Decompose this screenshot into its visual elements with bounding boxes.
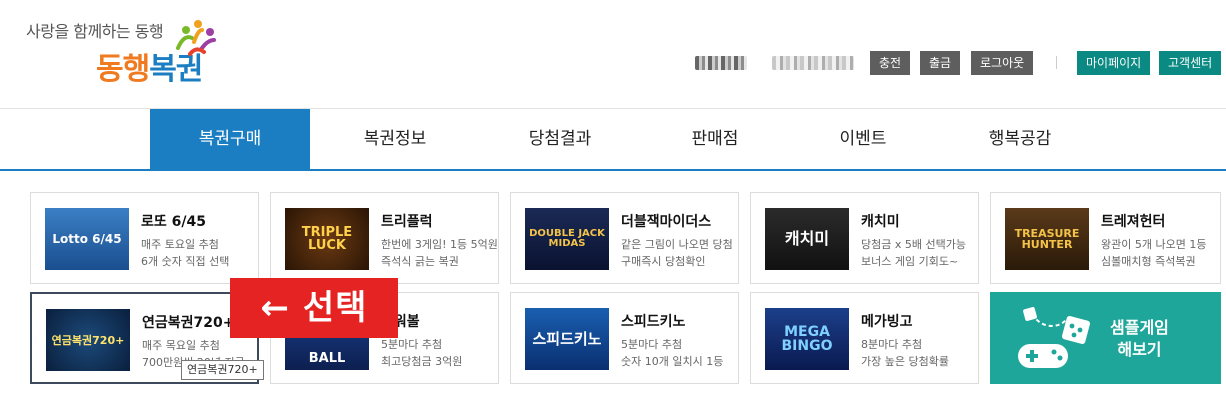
mypage-button[interactable]: 마이페이지 xyxy=(1077,51,1151,75)
game-title: 트리플럭 xyxy=(381,214,433,230)
game-card-lotto[interactable]: Lotto 6/45 로또 6/45 매주 토요일 추첨 6개 숫자 직접 선택 xyxy=(30,192,259,284)
game-card-speed-keno[interactable]: 스피드키노 스피드키노 5분마다 추첨 숫자 10개 일치시 1등 xyxy=(510,292,739,384)
logo-text-orange: 동행 xyxy=(96,52,150,87)
game-card-double-jack-midas[interactable]: DOUBLE JACK MIDAS 더블잭마이더스 같은 그림이 나오면 당첨 구… xyxy=(510,192,739,284)
main-nav: 복권구매 복권정보 당첨결과 판매점 이벤트 행복공감 xyxy=(0,108,1226,171)
nav-item-stores[interactable]: 판매점 xyxy=(635,109,795,170)
logo-people-icon xyxy=(176,20,216,56)
game-desc: 매주 토요일 추첨 6개 숫자 직접 선택 xyxy=(141,238,230,268)
game-title: 트레져헌터 xyxy=(1101,214,1166,230)
speed-keno-thumbnail: 스피드키노 xyxy=(525,308,609,370)
gamepad-dice-icon xyxy=(1018,307,1091,368)
game-card-triple-luck[interactable]: TRIPLE LUCK 트리플럭 한번에 3게임! 1등 5억원 즉석식 긁는 복… xyxy=(270,192,499,284)
game-desc: 한번에 3게임! 1등 5억원 즉석식 긁는 복권 xyxy=(381,238,498,268)
nav-item-info[interactable]: 복권정보 xyxy=(315,109,475,170)
nav-item-events[interactable]: 이벤트 xyxy=(783,109,943,170)
game-title: 스피드키노 xyxy=(621,314,686,330)
game-desc: 5분마다 추첨 숫자 10개 일치시 1등 xyxy=(621,338,724,368)
site-tagline: 사랑을 함께하는 동행 xyxy=(26,22,164,41)
user-name-blurred xyxy=(695,56,747,70)
nav-item-community[interactable]: 행복공감 xyxy=(940,109,1100,170)
game-desc: 8분마다 추첨 가장 높은 당첨확률 xyxy=(861,338,949,368)
sample-game-button[interactable]: 샘플게임 해보기 xyxy=(990,292,1221,384)
game-desc: 5분마다 추첨 최고당첨금 3억원 xyxy=(381,338,463,368)
charge-button[interactable]: 충전 xyxy=(870,51,911,75)
hover-tooltip: 연금복권720+ xyxy=(181,360,264,380)
game-title: 더블잭마이더스 xyxy=(621,214,712,230)
nav-item-results[interactable]: 당첨결과 xyxy=(480,109,640,170)
game-desc: 왕관이 5개 나오면 1등 심볼매치형 즉석복권 xyxy=(1101,238,1207,268)
game-title: 캐치미 xyxy=(861,214,900,230)
withdraw-button[interactable]: 출금 xyxy=(920,51,961,75)
support-button[interactable]: 고객센터 xyxy=(1159,51,1222,75)
game-card-treasure-hunter[interactable]: TREASURE HUNTER 트레져헌터 왕관이 5개 나오면 1등 심볼매치형… xyxy=(990,192,1221,284)
select-annotation-label: ← 선택 xyxy=(230,278,398,338)
logout-button[interactable]: 로그아웃 xyxy=(971,51,1034,75)
user-balance-blurred xyxy=(772,56,854,70)
triple-luck-thumbnail: TRIPLE LUCK xyxy=(285,208,369,270)
game-card-catch-me[interactable]: 캐치미 캐치미 당첨금 x 5배 선택가능 보너스 게임 기회도~ xyxy=(750,192,979,284)
game-title: 연금복권720+ xyxy=(142,315,235,331)
header-divider xyxy=(1056,56,1057,69)
midas-thumbnail: DOUBLE JACK MIDAS xyxy=(525,208,609,270)
game-desc: 같은 그림이 나오면 당첨 구매즉시 당첨확인 xyxy=(621,238,733,268)
lotto-thumbnail: Lotto 6/45 xyxy=(45,208,129,270)
catch-me-thumbnail: 캐치미 xyxy=(765,208,849,270)
site-header: 사랑을 함께하는 동행 동행복권 충전 출금 로그아웃 마이페이지 고객센터 xyxy=(0,0,1226,108)
game-title: 로또 6/45 xyxy=(141,214,206,230)
game-title: 메가빙고 xyxy=(861,314,913,330)
pension-thumbnail: 연금복권720+ xyxy=(46,309,130,371)
game-desc: 당첨금 x 5배 선택가능 보너스 게임 기회도~ xyxy=(861,238,966,268)
sample-game-label: 샘플게임 해보기 xyxy=(1110,318,1169,359)
treasure-hunter-thumbnail: TREASURE HUNTER xyxy=(1005,208,1089,270)
nav-item-buy[interactable]: 복권구매 xyxy=(150,109,310,170)
mega-bingo-thumbnail: MEGA BINGO xyxy=(765,308,849,370)
game-card-mega-bingo[interactable]: MEGA BINGO 메가빙고 8분마다 추첨 가장 높은 당첨확률 xyxy=(750,292,979,384)
